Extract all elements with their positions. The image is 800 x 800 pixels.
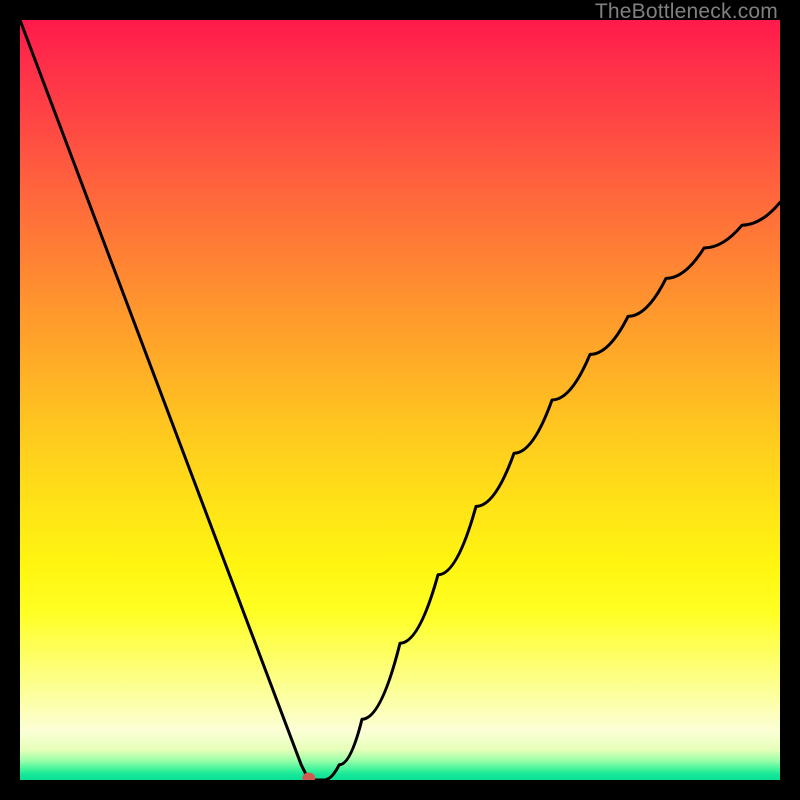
- chart-frame: TheBottleneck.com: [0, 0, 800, 800]
- chart-plot-area: [20, 20, 780, 780]
- bottleneck-curve-svg: [20, 20, 780, 780]
- bottleneck-curve-path: [20, 20, 780, 780]
